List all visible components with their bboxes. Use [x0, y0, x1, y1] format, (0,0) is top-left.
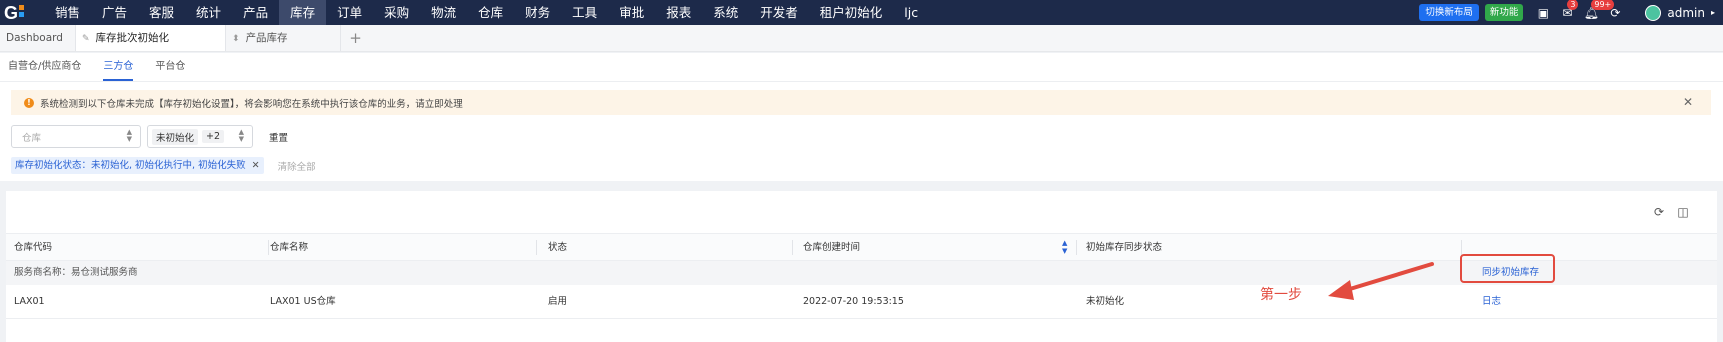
column-header: 仓库名称 [270, 242, 309, 253]
divider [536, 240, 537, 255]
nav-item[interactable]: 审批 [608, 0, 655, 25]
notice-count: 3 [1567, 0, 1579, 10]
tab-label: Dashboard [6, 32, 63, 44]
active-filters: 库存初始化状态：未初始化, 初始化执行中, 初始化失败 ✕ 清除全部 [11, 157, 316, 174]
highlight-box [1460, 254, 1555, 283]
tab-inventory-batch-init[interactable]: ✎ 库存批次初始化 [75, 25, 227, 51]
warning-alert: ! 系统检测到以下仓库未完成【库存初始化设置】，将会影响您在系统中执行该仓库的业… [11, 90, 1711, 115]
bell-icon[interactable]: 🔔︎ 99+ [1579, 0, 1615, 20]
page-tabs: Dashboard ✎ 库存批次初始化 ⬍ 产品库存 + [0, 25, 1723, 52]
nav-item[interactable]: ljc [893, 0, 929, 25]
divider [792, 240, 793, 255]
arrow-annotation [1328, 262, 1434, 300]
nav-item[interactable]: 租户初始化 [809, 0, 894, 25]
svg-text:G: G [4, 3, 18, 23]
pin-icon[interactable]: ⬍ [232, 34, 240, 44]
nav-item[interactable]: 统计 [185, 0, 232, 25]
cell-code: LAX01 [14, 296, 45, 307]
nav-item[interactable]: 产品 [232, 0, 279, 25]
pin-icon[interactable]: ✎ [82, 34, 90, 44]
warehouse-type-tabs: 自营仓/供应商仓 三方仓 平台仓 [0, 53, 193, 81]
divider [1461, 240, 1462, 255]
avatar[interactable] [1645, 4, 1662, 21]
alert-text: 系统检测到以下仓库未完成【库存初始化设置】，将会影响您在系统中执行该仓库的业务，… [40, 98, 463, 110]
step-label: 第一步 [1260, 287, 1302, 303]
status-filter-chip[interactable]: 库存初始化状态：未初始化, 初始化执行中, 初始化失败 ✕ [11, 157, 264, 174]
tab-label: 库存批次初始化 [95, 32, 170, 44]
log-link[interactable]: 日志 [1482, 285, 1501, 319]
close-icon[interactable]: ✕ [1683, 95, 1693, 109]
nav-item[interactable]: 财务 [514, 0, 561, 25]
refresh-icon[interactable]: ⟳ [1647, 205, 1671, 219]
caret-right-icon[interactable]: ▸ [1711, 8, 1715, 17]
column-header: 状态 [548, 242, 568, 253]
nav-item[interactable]: 订单 [326, 0, 373, 25]
nav-item[interactable]: 客服 [138, 0, 185, 25]
selected-tag: 未初始化 [152, 128, 199, 145]
user-name[interactable]: admin [1667, 6, 1705, 20]
warning-icon: ! [24, 97, 34, 108]
more-tag: +2 [202, 130, 225, 143]
column-header: 初始库存同步状态 [1086, 242, 1163, 253]
warehouse-select[interactable]: 仓库 ▲ ▼ [11, 125, 141, 148]
status-select[interactable]: 未初始化 +2 ▲ ▼ [147, 125, 253, 148]
sort-arrows-icon: ▲ ▼ [238, 128, 244, 143]
cell-created: 2022-07-20 19:53:15 [803, 296, 904, 307]
table-tools: ⟳ ◫ [1647, 205, 1695, 219]
reset-button[interactable]: 重置 [269, 130, 288, 144]
switch-layout-button[interactable]: 切换新布局 [1419, 4, 1479, 21]
nav-item[interactable]: 工具 [561, 0, 608, 25]
group-label: 服务商名称：易仓测试服务商 [14, 267, 138, 278]
subtab-platform[interactable]: 平台仓 [147, 53, 193, 81]
cell-name: LAX01 US仓库 [270, 296, 336, 307]
tasks-icon[interactable]: ▣ [1531, 6, 1555, 20]
filter-bar: 仓库 ▲ ▼ 未初始化 +2 ▲ ▼ 重置 [11, 125, 288, 148]
divider [268, 240, 269, 255]
notice-icon[interactable]: ✉ 3 [1555, 0, 1579, 20]
nav-item[interactable]: 广告 [91, 0, 138, 25]
cell-status: 启用 [548, 296, 568, 307]
column-header[interactable]: 仓库创建时间 [803, 234, 860, 261]
nav-item[interactable]: 报表 [655, 0, 702, 25]
nav-item[interactable]: 物流 [420, 0, 467, 25]
column-header: 仓库代码 [14, 242, 53, 253]
nav-item[interactable]: 仓库 [467, 0, 514, 25]
nav-item[interactable]: 销售 [44, 0, 91, 25]
nav-item[interactable]: 采购 [373, 0, 420, 25]
subtab-third-party[interactable]: 三方仓 [95, 53, 141, 81]
app-logo[interactable]: G [0, 0, 44, 25]
tab-label: 产品库存 [245, 32, 288, 44]
nav-item[interactable]: 系统 [702, 0, 749, 25]
divider [0, 81, 1723, 82]
chip-label: 库存初始化状态：未初始化, 初始化执行中, 初始化失败 [15, 160, 246, 171]
clear-all-button[interactable]: 清除全部 [278, 159, 316, 173]
tab-product-inventory[interactable]: ⬍ 产品库存 [226, 25, 341, 51]
table-row[interactable]: LAX01 LAX01 US仓库 启用 2022-07-20 19:53:15 … [6, 285, 1717, 319]
close-icon[interactable]: ✕ [252, 160, 260, 171]
refresh-icon[interactable]: ⟳ [1603, 6, 1627, 20]
top-nav: G 销售 广告 客服 统计 产品 库存 订单 采购 物流 仓库 财务 工具 审批 报表 系统 开发者 租户初始化… [0, 0, 1723, 25]
cell-sync-status: 未初始化 [1086, 296, 1125, 307]
divider [1076, 240, 1077, 255]
add-tab-button[interactable]: + [341, 25, 371, 51]
nav-item[interactable]: 开发者 [749, 0, 809, 25]
column-settings-icon[interactable]: ◫ [1671, 205, 1695, 219]
subtab-self-warehouse[interactable]: 自营仓/供应商仓 [0, 53, 89, 81]
sort-icon[interactable]: ▲ ▼ [1062, 239, 1067, 255]
tab-dashboard[interactable]: Dashboard [0, 25, 76, 51]
sort-arrows-icon: ▲ ▼ [126, 128, 132, 143]
new-feature-button[interactable]: 新功能 [1484, 4, 1524, 21]
filter-panel: 自营仓/供应商仓 三方仓 平台仓 ! 系统检测到以下仓库未完成【库存初始化设置】… [0, 53, 1723, 181]
nav-item[interactable]: 库存 [279, 0, 327, 25]
select-placeholder: 仓库 [22, 132, 42, 144]
